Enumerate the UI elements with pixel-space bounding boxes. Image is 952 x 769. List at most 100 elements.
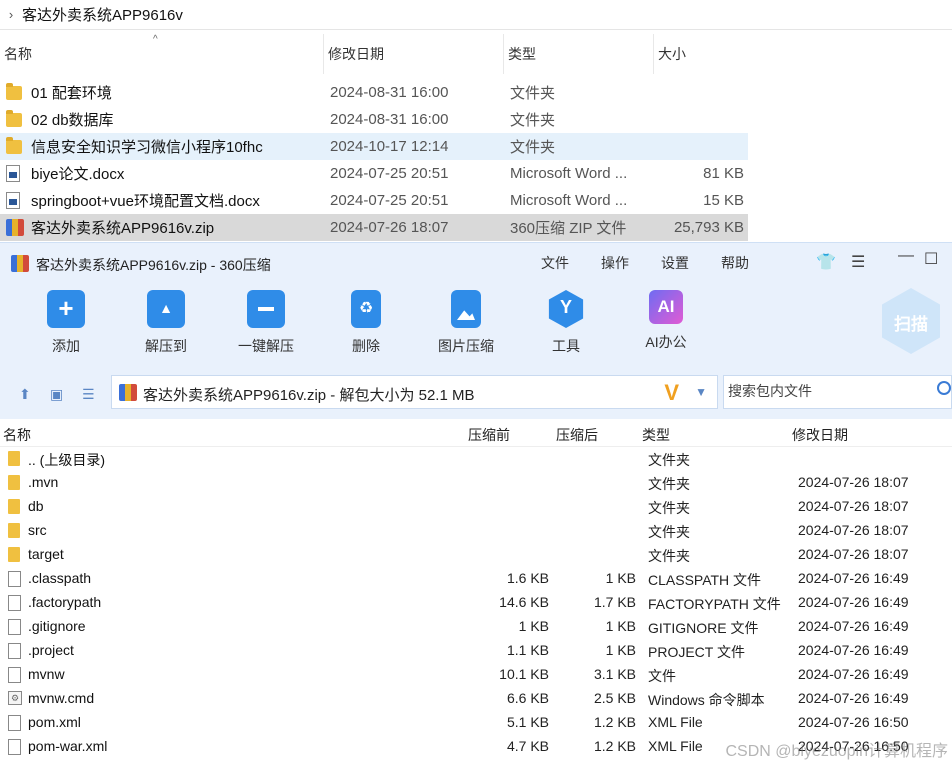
item-type: 360压缩 ZIP 文件 — [510, 220, 627, 237]
list-item[interactable]: 客达外卖系统APP9616v.zip 2024-07-26 18:07 360压… — [0, 214, 748, 241]
file-size-after: 1.2 KB — [593, 738, 636, 754]
folder-icon — [6, 83, 24, 101]
file-name: .. (上级目录) — [28, 452, 105, 468]
cmd-script-icon: ⚙ — [8, 691, 22, 705]
file-date: 2024-07-26 16:50 — [798, 714, 909, 730]
folder-icon — [8, 499, 20, 514]
list-view-icon[interactable]: ☰ — [82, 386, 95, 403]
table-row[interactable]: pom.xml 5.1 KB 1.2 KB XML File 2024-07-2… — [0, 711, 952, 735]
skin-shirt-icon[interactable]: 👕 — [816, 252, 836, 272]
table-row[interactable]: .factorypath 14.6 KB 1.7 KB FACTORYPATH … — [0, 591, 952, 615]
table-row[interactable]: ⚙ mvnw.cmd 6.6 KB 2.5 KB Windows 命令脚本 20… — [0, 687, 952, 711]
file-date: 2024-07-26 18:07 — [798, 546, 909, 562]
ai-icon — [649, 290, 683, 324]
menu-help[interactable]: 帮助 — [721, 253, 749, 273]
file-icon — [8, 715, 21, 731]
file-name: mvnw.cmd — [28, 690, 95, 706]
file-name: .project — [28, 642, 74, 658]
ai-office-label: AI办公 — [645, 334, 687, 350]
ai-office-button[interactable]: AI办公 — [626, 290, 706, 352]
folder-icon — [8, 523, 20, 538]
maximize-icon[interactable]: ☐ — [924, 249, 938, 269]
word-doc-icon — [6, 192, 24, 209]
table-row[interactable]: .classpath 1.6 KB 1 KB CLASSPATH 文件 2024… — [0, 567, 952, 591]
add-button[interactable]: 添加 — [26, 290, 106, 356]
file-size-after: 3.1 KB — [593, 666, 636, 682]
delete-button[interactable]: 删除 — [326, 290, 406, 356]
file-type: Windows 命令脚本 — [648, 692, 765, 708]
file-type: 文件夹 — [648, 500, 690, 516]
table-row[interactable]: mvnw 10.1 KB 3.1 KB 文件 2024-07-26 16:49 — [0, 663, 952, 687]
delete-label: 删除 — [352, 338, 380, 354]
extract-to-label: 解压到 — [145, 338, 187, 354]
column-type[interactable]: 类型 — [503, 34, 653, 74]
image-compress-button[interactable]: 图片压缩 — [426, 290, 506, 356]
title-bar: 客达外卖系统APP9616v.zip - 360压缩 文件 操作 设置 帮助 👕… — [0, 242, 952, 282]
list-item[interactable]: springboot+vue环境配置文档.docx 2024-07-25 20:… — [0, 187, 748, 214]
column-name[interactable]: 名称 — [3, 425, 31, 445]
archive-column-header: 名称 压缩前 压缩后 类型 修改日期 — [0, 419, 952, 447]
address-path[interactable]: 客达外卖系统APP9616v — [22, 4, 183, 25]
list-item[interactable]: 信息安全知识学习微信小程序10fhc 2024-10-17 12:14 文件夹 — [0, 133, 748, 160]
column-after[interactable]: 压缩后 — [556, 425, 598, 445]
table-row[interactable]: .mvn 文件夹 2024-07-26 18:07 — [0, 471, 952, 495]
sort-ascending-icon: ^ — [153, 34, 158, 45]
list-item[interactable]: 02 db数据库 2024-08-31 16:00 文件夹 — [0, 106, 748, 133]
search-icon[interactable] — [937, 381, 951, 395]
table-row[interactable]: target 文件夹 2024-07-26 18:07 — [0, 543, 952, 567]
archive-path-field[interactable]: 客达外卖系统APP9616v.zip - 解包大小为 52.1 MB V ▼ — [111, 375, 718, 409]
file-icon — [8, 619, 21, 635]
table-row[interactable]: .project 1.1 KB 1 KB PROJECT 文件 2024-07-… — [0, 639, 952, 663]
tools-label: 工具 — [552, 338, 580, 354]
zip-icon — [6, 219, 24, 236]
file-name: .gitignore — [28, 618, 86, 634]
thumbnail-view-icon[interactable]: ▣ — [50, 386, 63, 403]
up-arrow-icon[interactable]: ⬆ — [19, 386, 31, 403]
explorer-column-header: 名称 ^ 修改日期 类型 大小 — [0, 34, 752, 74]
column-before[interactable]: 压缩前 — [468, 425, 510, 445]
search-input[interactable] — [728, 376, 928, 406]
v-logo-icon[interactable]: V — [664, 380, 679, 406]
file-name: db — [28, 498, 44, 514]
image-compress-label: 图片压缩 — [438, 338, 494, 354]
word-doc-icon — [6, 165, 24, 182]
app-zip-icon — [11, 255, 29, 272]
table-row[interactable]: .. (上级目录) 文件夹 — [0, 447, 952, 471]
column-size[interactable]: 大小 — [653, 34, 752, 74]
address-bar[interactable]: › 客达外卖系统APP9616v — [0, 0, 952, 30]
chevron-right-icon[interactable]: › — [0, 7, 22, 22]
menu-settings[interactable]: 设置 — [661, 253, 689, 273]
table-row[interactable]: src 文件夹 2024-07-26 18:07 — [0, 519, 952, 543]
menu-operate[interactable]: 操作 — [601, 253, 629, 273]
column-date[interactable]: 修改日期 — [323, 34, 503, 74]
table-row[interactable]: db 文件夹 2024-07-26 18:07 — [0, 495, 952, 519]
file-size-after: 1 KB — [605, 618, 636, 634]
file-type: FACTORYPATH 文件 — [648, 596, 781, 612]
column-date[interactable]: 修改日期 — [792, 425, 848, 445]
file-icon — [8, 667, 21, 683]
list-item[interactable]: 01 配套环境 2024-08-31 16:00 文件夹 — [0, 79, 748, 106]
item-name: 02 db数据库 — [31, 112, 114, 129]
file-size-before: 5.1 KB — [506, 714, 549, 730]
item-size: 15 KB — [703, 192, 744, 209]
scan-label: 扫描 — [894, 315, 928, 334]
table-row[interactable]: .gitignore 1 KB 1 KB GITIGNORE 文件 2024-0… — [0, 615, 952, 639]
item-type: Microsoft Word ... — [510, 192, 628, 209]
minimize-icon[interactable]: — — [898, 247, 914, 265]
chevron-down-icon[interactable]: ▼ — [695, 385, 707, 399]
list-item[interactable]: biye论文.docx 2024-07-25 20:51 Microsoft W… — [0, 160, 748, 187]
column-type[interactable]: 类型 — [642, 425, 670, 445]
menu-file[interactable]: 文件 — [541, 253, 569, 273]
add-label: 添加 — [52, 338, 80, 354]
file-date: 2024-07-26 18:07 — [798, 498, 909, 514]
search-field[interactable] — [723, 375, 952, 409]
scan-button[interactable]: 扫描 — [882, 288, 940, 354]
item-type: Microsoft Word ... — [510, 165, 628, 182]
column-name[interactable]: 名称 — [0, 34, 323, 74]
file-explorer: › 客达外卖系统APP9616v 名称 ^ 修改日期 类型 大小 01 配套环境… — [0, 0, 952, 242]
file-size-after: 1 KB — [605, 570, 636, 586]
feedback-icon[interactable]: ☰ — [851, 252, 865, 272]
one-click-extract-button[interactable]: 一键解压 — [226, 290, 306, 356]
extract-to-button[interactable]: 解压到 — [126, 290, 206, 356]
tools-button[interactable]: 工具 — [526, 290, 606, 356]
